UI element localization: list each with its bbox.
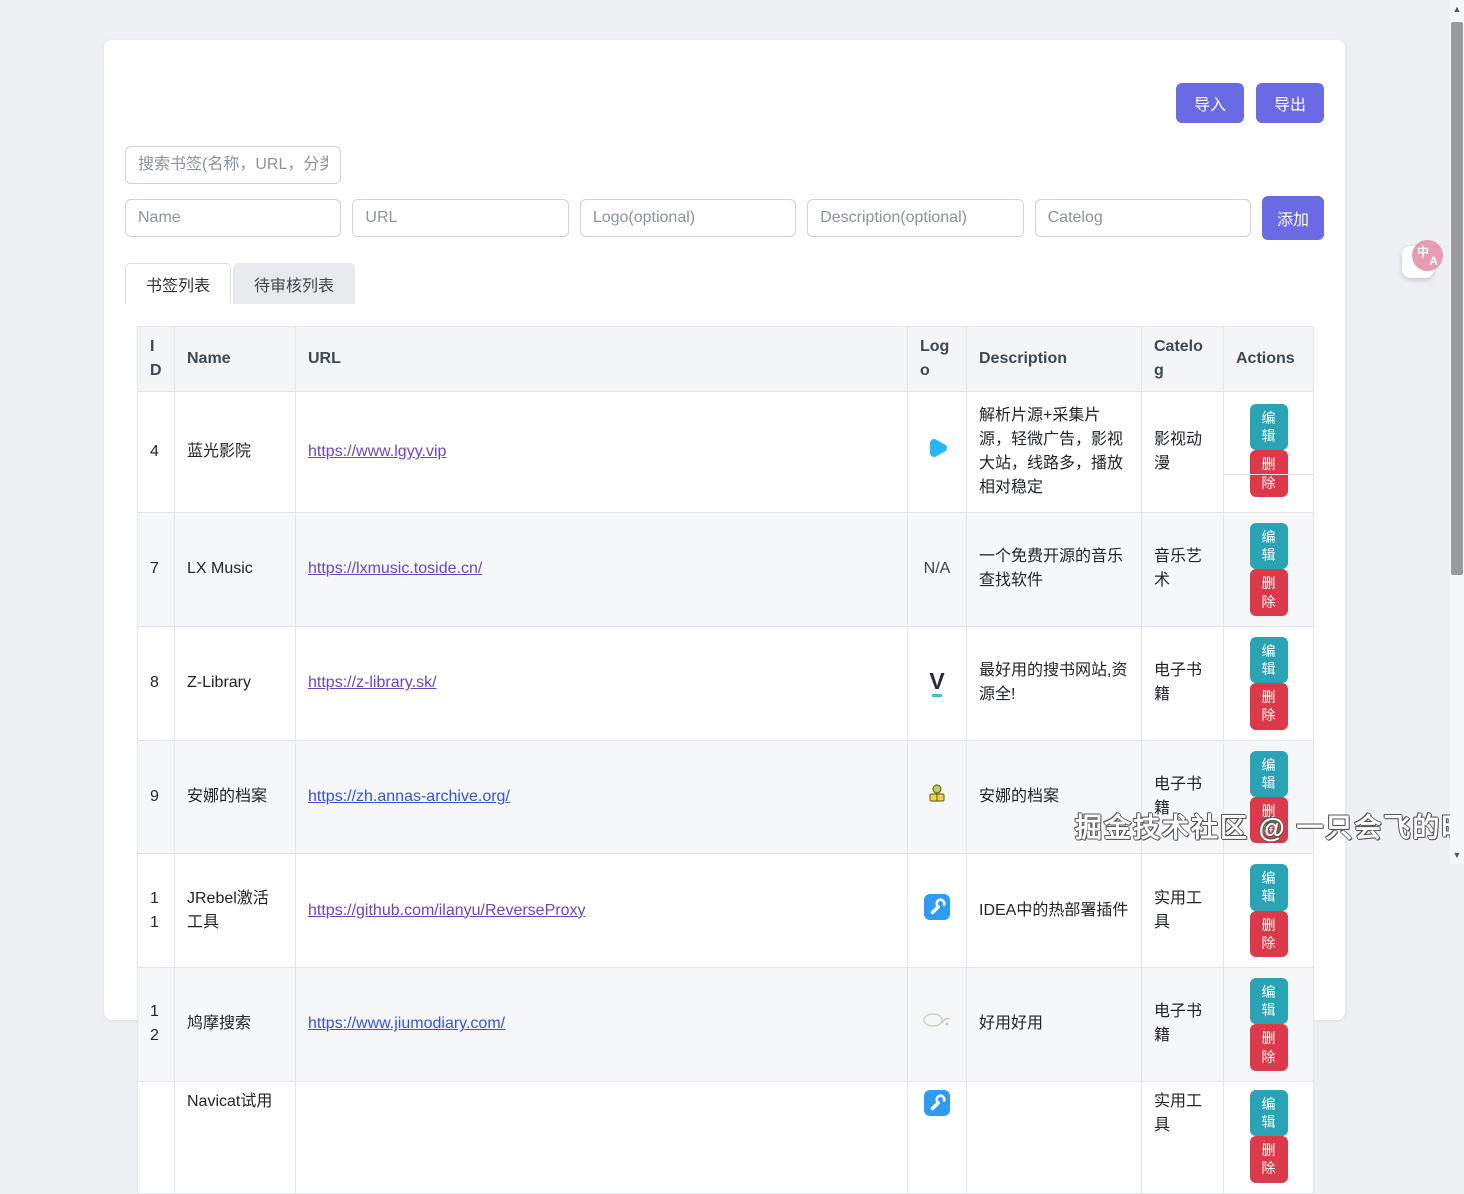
cell-name: JRebel激活工具 — [175, 854, 296, 968]
header-id: ID — [138, 327, 175, 392]
cell-id: 8 — [138, 626, 175, 740]
header-name: Name — [175, 327, 296, 392]
cell-id: 4 — [138, 392, 175, 513]
bookmark-url-link[interactable]: https://github.com/ilanyu/ReverseProxy — [308, 902, 585, 919]
header-actions: Actions — [1224, 327, 1314, 392]
name-field[interactable] — [125, 199, 341, 237]
table-row: 11 JRebel激活工具 https://github.com/ilanyu/… — [138, 854, 1314, 968]
delete-button[interactable]: 删除 — [1250, 1024, 1288, 1070]
bookmark-url-link[interactable]: https://lxmusic.toside.cn/ — [308, 560, 482, 577]
delete-button[interactable]: 删除 — [1250, 569, 1288, 615]
bookmark-url-link[interactable]: https://www.lgyy.vip — [308, 443, 446, 460]
jiumodiary-icon — [920, 1011, 954, 1029]
tab-bar: 书签列表 待审核列表 — [125, 263, 1324, 304]
cell-catelog: 电子书籍 — [1142, 626, 1224, 740]
edit-button[interactable]: 编辑 — [1250, 637, 1288, 683]
bookmark-table: ID Name URL Logo Description Catelog Act… — [137, 326, 1314, 1194]
url-field[interactable] — [352, 199, 568, 237]
import-export-toolbar: 导入 导出 — [125, 40, 1324, 123]
cell-id — [138, 1081, 175, 1193]
description-field[interactable] — [807, 199, 1023, 237]
annas-archive-icon — [925, 781, 949, 805]
tab-pending-review-list[interactable]: 待审核列表 — [233, 263, 355, 304]
header-description: Description — [967, 327, 1142, 392]
cell-name: Z-Library — [175, 626, 296, 740]
bookmark-url-link[interactable]: https://zh.annas-archive.org/ — [308, 788, 510, 805]
cell-description — [967, 1081, 1142, 1193]
bookmark-url-link[interactable]: https://www.jiumodiary.com/ — [308, 1015, 505, 1032]
cell-catelog: 影视动漫 — [1142, 392, 1224, 513]
edit-button[interactable]: 编辑 — [1250, 523, 1288, 569]
edit-button[interactable]: 编辑 — [1250, 864, 1288, 910]
play-icon — [924, 435, 950, 461]
watermark-text: 掘金技术社区 @ 一只会飞的旺旺 — [1075, 806, 1464, 845]
delete-button[interactable]: 删除 — [1250, 911, 1288, 957]
delete-button[interactable]: 删除 — [1250, 683, 1288, 729]
header-url: URL — [296, 327, 908, 392]
table-header-row: ID Name URL Logo Description Catelog Act… — [138, 327, 1314, 392]
table-row: 8 Z-Library https://z-library.sk/ V 最好用的… — [138, 626, 1314, 740]
header-catelog: Catelog — [1142, 327, 1224, 392]
add-button[interactable]: 添加 — [1262, 196, 1324, 240]
translate-zh-glyph: 中 — [1417, 243, 1429, 260]
cell-name: 蓝光影院 — [175, 392, 296, 513]
cell-id: 12 — [138, 968, 175, 1082]
edit-button[interactable]: 编辑 — [1250, 404, 1288, 450]
cell-description: IDEA中的热部署插件 — [967, 854, 1142, 968]
bookmark-table-container: ID Name URL Logo Description Catelog Act… — [137, 326, 1313, 1194]
cell-id: 9 — [138, 740, 175, 854]
edit-button[interactable]: 编辑 — [1250, 978, 1288, 1024]
table-row: Navicat试用 实用工具 编辑删 — [138, 1081, 1314, 1193]
cell-description: 解析片源+采集片源，轻微广告，影视大站，线路多，播放相对稳定 — [967, 392, 1142, 513]
table-row: 12 鸠摩搜索 https://www.jiumodiary.com/ 好用好用… — [138, 968, 1314, 1082]
bookmark-url-link[interactable]: https://z-library.sk/ — [308, 674, 437, 691]
wrench-icon — [924, 1090, 950, 1116]
wrench-icon — [924, 894, 950, 920]
table-row: 4 蓝光影院 https://www.lgyy.vip 解析片源+采集片源，轻微… — [138, 392, 1314, 513]
table-row: 7 LX Music https://lxmusic.toside.cn/ N/… — [138, 513, 1314, 627]
cell-name: LX Music — [175, 513, 296, 627]
header-logo: Logo — [908, 327, 967, 392]
logo-na-text: N/A — [924, 560, 951, 577]
scrollbar-down-arrow[interactable]: ▼ — [1450, 850, 1464, 860]
search-row — [125, 146, 1324, 184]
cell-catelog: 音乐艺术 — [1142, 513, 1224, 627]
bookmark-manager-card: 导入 导出 添加 书签列表 待审核列表 ID Name URL L — [104, 40, 1345, 1020]
cell-description: 好用好用 — [967, 968, 1142, 1082]
cell-name: Navicat试用 — [175, 1081, 296, 1193]
cell-catelog: 实用工具 — [1142, 1081, 1224, 1193]
cell-description: 最好用的搜书网站,资源全! — [967, 626, 1142, 740]
import-button[interactable]: 导入 — [1176, 83, 1244, 123]
divider — [1224, 474, 1313, 475]
logo-field[interactable] — [580, 199, 796, 237]
add-bookmark-form: 添加 — [125, 196, 1324, 240]
scrollbar-up-arrow[interactable]: ▲ — [1450, 4, 1464, 14]
catelog-field[interactable] — [1035, 199, 1251, 237]
cell-description: 一个免费开源的音乐查找软件 — [967, 513, 1142, 627]
edit-button[interactable]: 编辑 — [1250, 751, 1288, 797]
cell-name: 鸠摩搜索 — [175, 968, 296, 1082]
cell-catelog: 电子书籍 — [1142, 968, 1224, 1082]
search-input[interactable] — [125, 146, 341, 184]
scrollbar-thumb[interactable] — [1451, 22, 1463, 575]
translate-a-glyph: A — [1429, 254, 1438, 268]
cell-name: 安娜的档案 — [175, 740, 296, 854]
scrollbar-track: ▲ ▼ — [1450, 0, 1464, 864]
export-button[interactable]: 导出 — [1256, 83, 1324, 123]
tab-bookmark-list[interactable]: 书签列表 — [125, 263, 231, 304]
cell-id: 7 — [138, 513, 175, 627]
cell-id: 11 — [138, 854, 175, 968]
delete-button[interactable]: 删除 — [1250, 1136, 1288, 1182]
cell-catelog: 实用工具 — [1142, 854, 1224, 968]
z-library-icon: V — [929, 670, 944, 697]
edit-button[interactable]: 编辑 — [1250, 1090, 1288, 1136]
translate-button[interactable]: 中 A — [1412, 240, 1443, 271]
